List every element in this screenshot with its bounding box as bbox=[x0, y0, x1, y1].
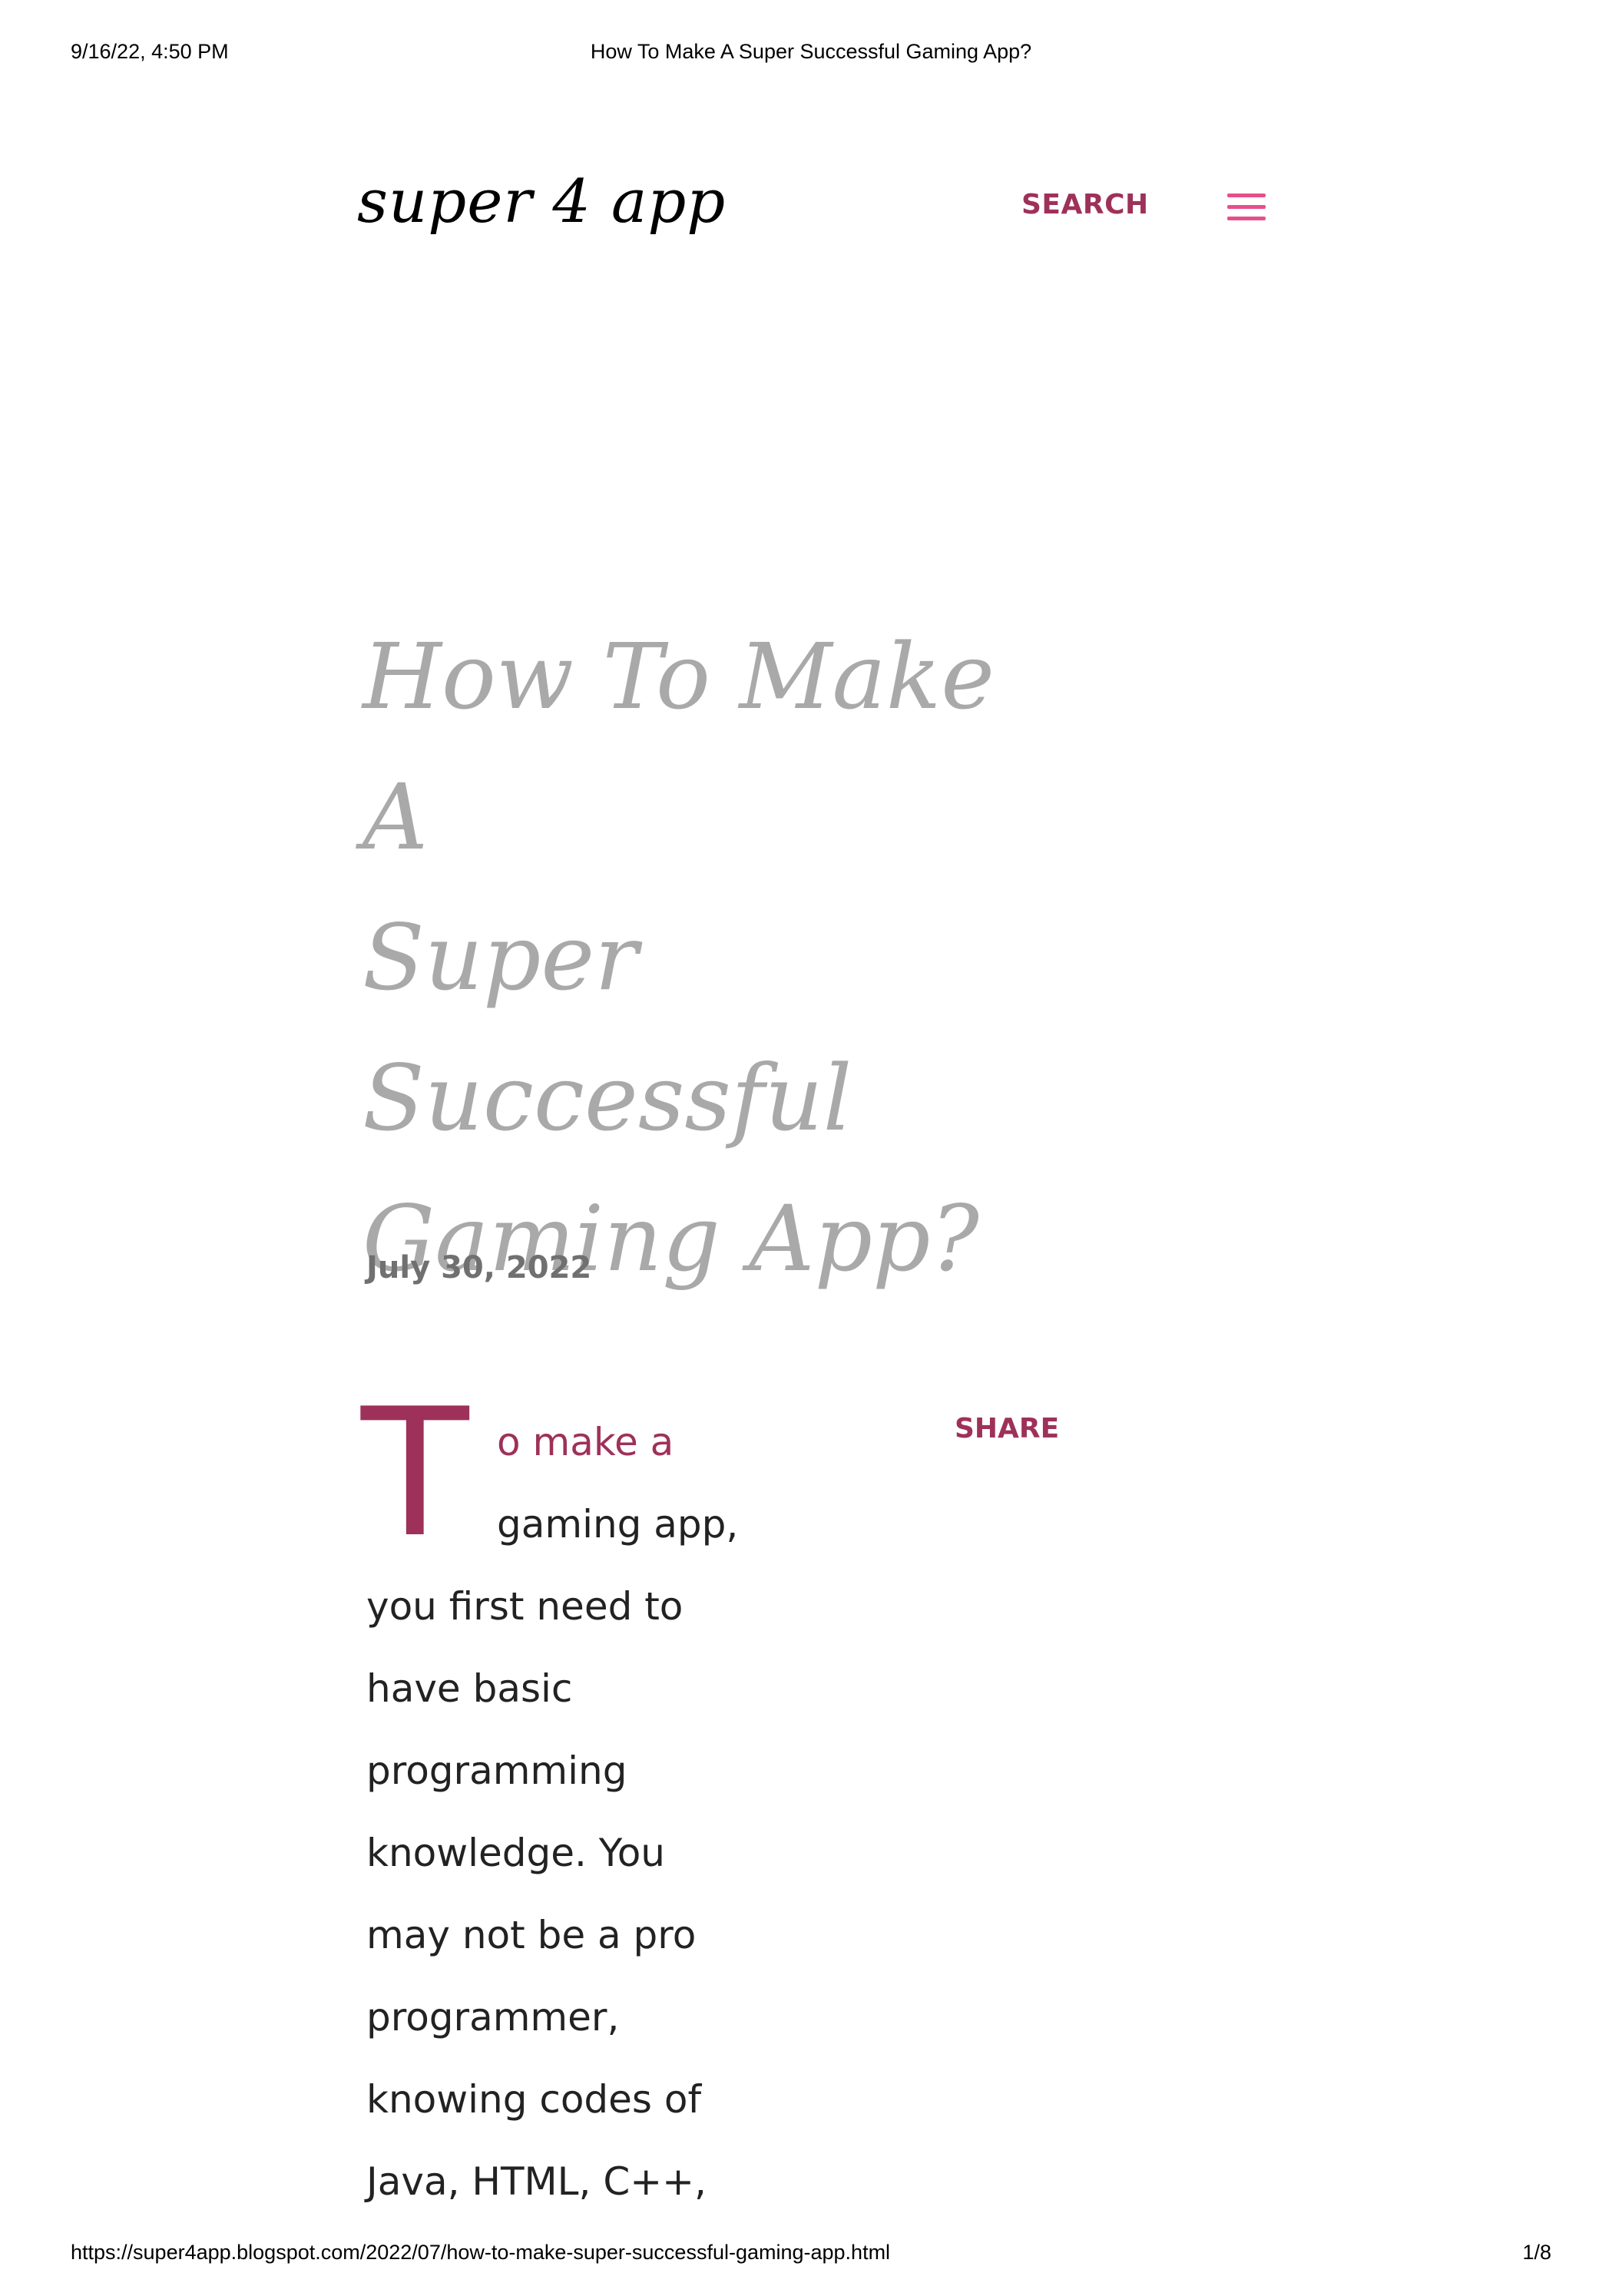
print-page-number: 1/8 bbox=[1522, 2241, 1551, 2264]
site-logo[interactable]: super 4 app bbox=[357, 167, 726, 237]
menu-bar bbox=[1227, 194, 1266, 197]
print-url: https://super4app.blogspot.com/2022/07/h… bbox=[71, 2241, 891, 2264]
body-line: programmer, bbox=[366, 1995, 620, 2040]
post-title: How To Make A Super Successful Gaming Ap… bbox=[362, 607, 1054, 1309]
body-line: you first need to bbox=[366, 1584, 684, 1629]
post-title-line: How To Make A bbox=[362, 624, 995, 870]
hamburger-menu-icon[interactable] bbox=[1227, 194, 1266, 221]
body-line: programming bbox=[366, 1748, 627, 1793]
share-button[interactable]: SHARE bbox=[955, 1413, 1059, 1444]
print-page-title: How To Make A Super Successful Gaming Ap… bbox=[590, 40, 1032, 63]
body-line: knowledge. You bbox=[366, 1831, 665, 1875]
body-line: Java, HTML, C++, bbox=[366, 2159, 707, 2204]
body-line: may not be a pro bbox=[366, 1913, 697, 1957]
body-line: have basic bbox=[366, 1666, 573, 1711]
post-title-line: Super Successful bbox=[362, 905, 852, 1151]
search-button[interactable]: SEARCH bbox=[1021, 189, 1149, 220]
post-date: July 30, 2022 bbox=[366, 1250, 592, 1285]
drop-cap: T bbox=[361, 1371, 469, 1576]
menu-bar bbox=[1227, 205, 1266, 209]
body-link[interactable]: o make a bbox=[497, 1415, 674, 1469]
body-line: gaming app, bbox=[497, 1502, 739, 1547]
body-line: knowing codes of bbox=[366, 2077, 702, 2122]
menu-bar bbox=[1227, 217, 1266, 220]
